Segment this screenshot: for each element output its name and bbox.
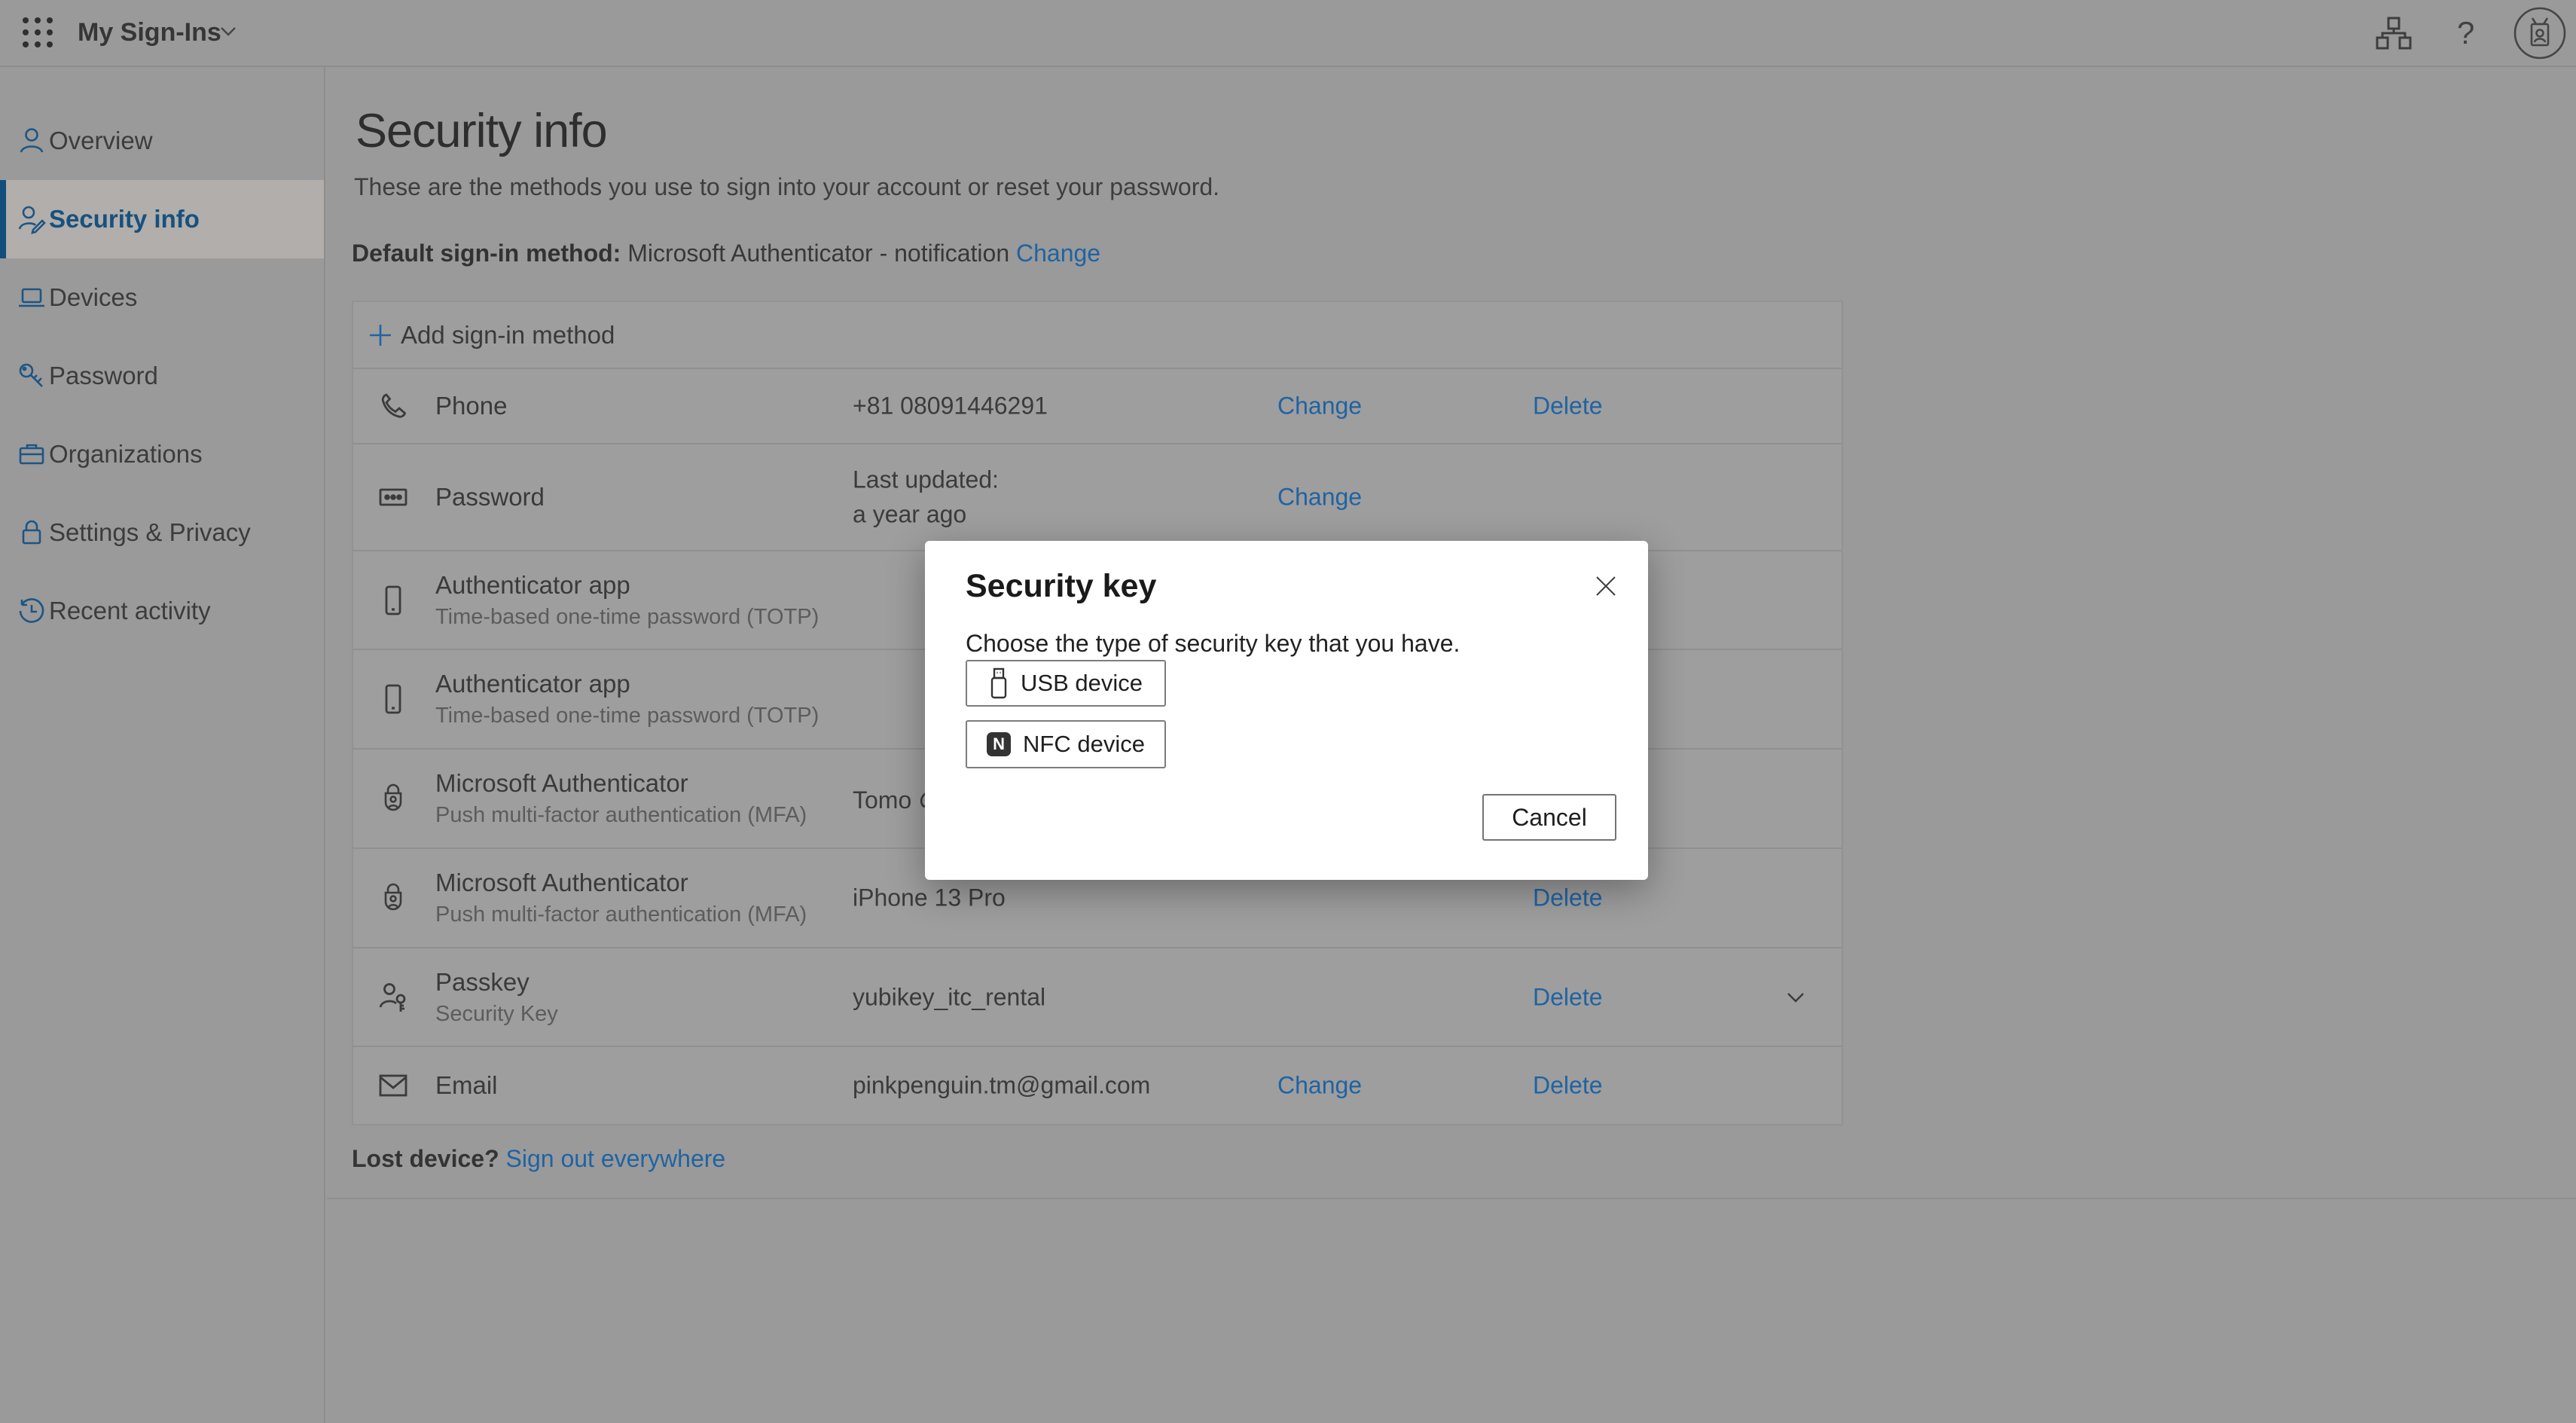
dialog-description: Choose the type of security key that you…	[966, 630, 1460, 658]
usb-device-label: USB device	[1021, 670, 1143, 697]
method-label: Microsoft AuthenticatorPush multi-factor…	[435, 769, 807, 828]
top-bar: My Sign-Ins ?	[0, 0, 2576, 67]
password-icon	[376, 480, 411, 515]
default-signin-line: Default sign-in method: Microsoft Authen…	[352, 240, 1100, 267]
bottom-divider	[327, 1198, 2576, 1199]
sidebar-item-organizations[interactable]: Organizations	[0, 415, 324, 493]
method-label: Phone	[435, 392, 507, 420]
method-value: +81 08091446291	[853, 392, 1048, 420]
method-label: Authenticator appTime-based one-time pas…	[435, 571, 819, 630]
person-icon	[17, 126, 47, 156]
method-value: iPhone 13 Pro	[853, 884, 1006, 912]
add-signin-method-button[interactable]: Add sign-in method	[353, 302, 1842, 369]
sidebar-item-overview[interactable]: Overview	[0, 102, 324, 180]
history-icon	[17, 596, 47, 626]
sidebar-item-password[interactable]: Password	[0, 337, 324, 415]
lost-device-line: Lost device? Sign out everywhere	[352, 1145, 725, 1173]
email-icon	[376, 1068, 411, 1103]
person-edit-icon	[17, 204, 47, 234]
sidebar-item-settings-privacy[interactable]: Settings & Privacy	[0, 493, 324, 572]
method-label: Password	[435, 483, 545, 511]
change-link[interactable]: Change	[1277, 484, 1362, 511]
usb-icon	[989, 667, 1009, 700]
nfc-device-label: NFC device	[1023, 731, 1145, 758]
method-label: Authenticator appTime-based one-time pas…	[435, 670, 819, 728]
smartphone-icon	[376, 583, 411, 618]
passkey-icon	[376, 980, 411, 1015]
table-row: Phone +81 08091446291 Change Delete	[353, 369, 1842, 444]
method-label: PasskeySecurity Key	[435, 968, 558, 1027]
method-value: Last updated:a year ago	[853, 466, 999, 529]
lock-icon	[17, 518, 47, 548]
table-row: Password Last updated:a year ago Change	[353, 444, 1842, 551]
delete-link[interactable]: Delete	[1533, 884, 1603, 912]
sidebar-item-recent-activity[interactable]: Recent activity	[0, 572, 324, 650]
change-link[interactable]: Change	[1277, 1072, 1362, 1100]
plus-icon	[367, 322, 394, 349]
delete-link[interactable]: Delete	[1533, 983, 1603, 1011]
cancel-button[interactable]: Cancel	[1482, 794, 1616, 841]
nfc-device-button[interactable]: N NFC device	[966, 720, 1166, 768]
delete-link[interactable]: Delete	[1533, 1072, 1603, 1100]
avatar[interactable]	[2513, 6, 2567, 60]
sign-out-everywhere-link[interactable]: Sign out everywhere	[506, 1145, 726, 1172]
default-signin-value: Microsoft Authenticator - notification	[621, 240, 1016, 267]
usb-device-button[interactable]: USB device	[966, 660, 1166, 707]
chevron-down-icon[interactable]	[1784, 986, 1807, 1009]
app-launcher-waffle-icon[interactable]	[23, 17, 54, 49]
laptop-icon	[17, 282, 47, 313]
briefcase-icon	[17, 439, 47, 469]
method-value: pinkpenguin.tm@gmail.com	[853, 1072, 1150, 1100]
security-key-dialog: Security key Choose the type of security…	[925, 541, 1648, 880]
method-value: yubikey_itc_rental	[853, 983, 1045, 1011]
table-row: PasskeySecurity Key yubikey_itc_rental Del…	[353, 948, 1842, 1047]
sidebar-item-devices[interactable]: Devices	[0, 258, 324, 337]
nfc-icon: N	[987, 732, 1011, 756]
default-signin-change-link[interactable]: Change	[1016, 240, 1100, 267]
dialog-title: Security key	[966, 568, 1156, 605]
app-title: My Sign-Ins	[78, 0, 221, 66]
lost-device-label: Lost device?	[352, 1145, 499, 1172]
change-link[interactable]: Change	[1277, 392, 1362, 420]
page-subtitle: These are the methods you use to sign in…	[354, 173, 1219, 201]
close-icon[interactable]	[1586, 566, 1625, 606]
chevron-down-icon[interactable]	[218, 21, 238, 41]
authenticator-lock-icon	[376, 881, 411, 915]
sidebar: Overview Security info Devices Password	[0, 66, 325, 1423]
org-chart-icon[interactable]	[2374, 0, 2413, 66]
help-icon[interactable]: ?	[2457, 0, 2474, 66]
phone-icon	[376, 389, 411, 423]
default-signin-label: Default sign-in method:	[352, 240, 621, 267]
add-signin-method-label: Add sign-in method	[401, 321, 615, 350]
method-label: Microsoft AuthenticatorPush multi-factor…	[435, 869, 807, 927]
table-row: Email pinkpenguin.tm@gmail.com Change Delet…	[353, 1047, 1842, 1124]
page-title: Security info	[356, 104, 607, 158]
method-label: Email	[435, 1071, 498, 1100]
sidebar-item-security-info[interactable]: Security info	[0, 180, 324, 258]
delete-link[interactable]: Delete	[1533, 392, 1603, 420]
key-icon	[17, 361, 47, 391]
smartphone-icon	[376, 682, 411, 716]
authenticator-lock-icon	[376, 781, 411, 816]
